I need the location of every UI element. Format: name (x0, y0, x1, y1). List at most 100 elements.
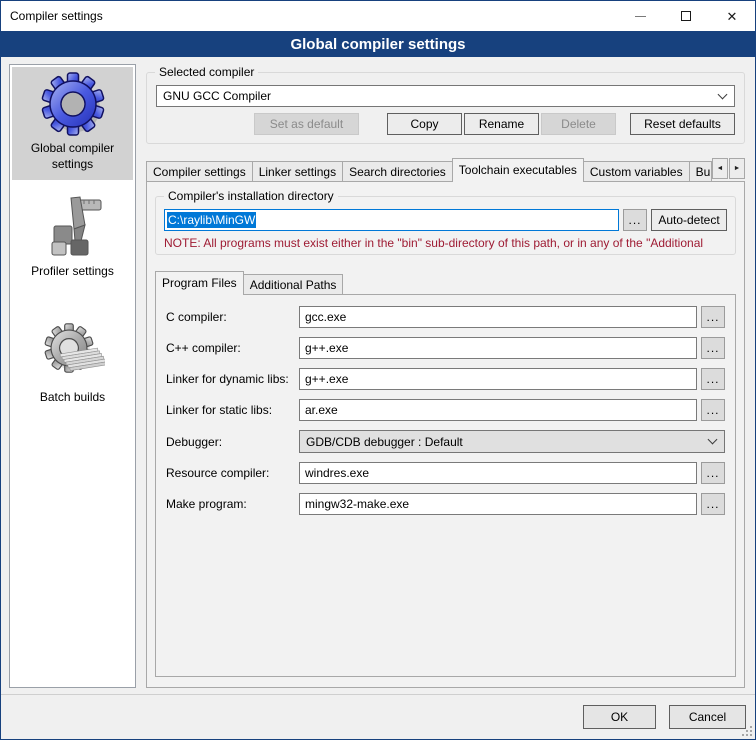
chevron-down-icon (708, 435, 718, 445)
sidebar-item-profiler-settings[interactable]: Profiler settings (12, 190, 133, 288)
debugger-combobox[interactable]: GDB/CDB debugger : Default (299, 430, 725, 453)
tab-scroll-left-button[interactable]: ◄ (712, 158, 728, 179)
field-row-debugger: Debugger: GDB/CDB debugger : Default (166, 430, 725, 453)
installation-directory-selected-text: C:\raylib\MinGW (167, 212, 256, 228)
selected-compiler-group-label: Selected compiler (155, 65, 258, 80)
sidebar: Global compiler settings (9, 64, 136, 688)
sidebar-item-label: Batch builds (40, 390, 105, 406)
linker-static-label: Linker for static libs: (166, 403, 299, 417)
debugger-combobox-value: GDB/CDB debugger : Default (306, 435, 463, 449)
installation-note: NOTE: All programs must exist either in … (164, 236, 727, 250)
c-compiler-label: C compiler: (166, 310, 299, 324)
installation-directory-group-label: Compiler's installation directory (164, 189, 338, 204)
maximize-icon (681, 11, 691, 21)
sidebar-item-global-compiler-settings[interactable]: Global compiler settings (12, 67, 133, 180)
tab-build-options[interactable]: Build options (689, 161, 712, 182)
tab-compiler-settings[interactable]: Compiler settings (146, 161, 253, 182)
minimize-icon (635, 16, 646, 17)
tab-label: Toolchain executables (459, 163, 577, 177)
copy-button[interactable]: Copy (387, 113, 462, 135)
arrow-left-icon: ◄ (717, 165, 724, 172)
resize-grip[interactable] (741, 725, 753, 737)
subtab-additional-paths[interactable]: Additional Paths (243, 274, 344, 295)
tab-label: Search directories (349, 165, 446, 179)
selected-compiler-group: Selected compiler GNU GCC Compiler Set a… (146, 72, 745, 144)
field-row-make-program: Make program: ... (166, 493, 725, 515)
tab-label: Compiler settings (153, 165, 246, 179)
field-row-cpp-compiler: C++ compiler: ... (166, 337, 725, 359)
make-program-label: Make program: (166, 497, 299, 511)
close-icon: ✕ (727, 10, 738, 23)
main-panel: Selected compiler GNU GCC Compiler Set a… (146, 64, 745, 688)
tab-label: Program Files (162, 276, 237, 290)
window-controls: ✕ (617, 1, 755, 31)
set-as-default-button[interactable]: Set as default (254, 113, 359, 135)
tab-linker-settings[interactable]: Linker settings (252, 161, 343, 182)
c-compiler-browse-button[interactable]: ... (701, 306, 725, 328)
subtab-program-files[interactable]: Program Files (155, 271, 244, 295)
window-title: Compiler settings (10, 9, 103, 23)
resource-compiler-input[interactable] (299, 462, 697, 484)
tab-scroll-right-button[interactable]: ► (729, 158, 745, 179)
tab-label: Additional Paths (250, 278, 337, 292)
close-button[interactable]: ✕ (709, 1, 755, 31)
autodetect-button[interactable]: Auto-detect (651, 209, 727, 231)
titlebar: Compiler settings ✕ (1, 1, 755, 31)
chevron-down-icon (718, 89, 728, 99)
compiler-settings-dialog: Compiler settings ✕ Global compiler sett… (0, 0, 756, 740)
toolchain-executables-page: Compiler's installation directory C:\ray… (146, 181, 745, 688)
c-compiler-input[interactable] (299, 306, 697, 328)
linker-dynamic-input[interactable] (299, 368, 697, 390)
linker-static-browse-button[interactable]: ... (701, 399, 725, 421)
rename-button[interactable]: Rename (464, 113, 539, 135)
delete-button[interactable]: Delete (541, 113, 616, 135)
linker-static-input[interactable] (299, 399, 697, 421)
resource-compiler-label: Resource compiler: (166, 466, 299, 480)
minimize-button[interactable] (617, 1, 663, 31)
dialog-body: Global compiler settings (1, 57, 755, 694)
installation-directory-browse-button[interactable]: ... (623, 209, 647, 231)
cpp-compiler-label: C++ compiler: (166, 341, 299, 355)
batch-builds-icon (41, 321, 105, 385)
tab-toolchain-executables[interactable]: Toolchain executables (452, 158, 584, 182)
main-tabstrip: Compiler settings Linker settings Search… (146, 158, 745, 182)
cpp-compiler-input[interactable] (299, 337, 697, 359)
maximize-button[interactable] (663, 1, 709, 31)
reset-defaults-button[interactable]: Reset defaults (630, 113, 735, 135)
compiler-combobox-value: GNU GCC Compiler (163, 89, 271, 103)
cpp-compiler-browse-button[interactable]: ... (701, 337, 725, 359)
field-row-linker-dynamic: Linker for dynamic libs: ... (166, 368, 725, 390)
tab-scroll-arrows: ◄ ► (712, 158, 745, 179)
resource-compiler-browse-button[interactable]: ... (701, 462, 725, 484)
installation-directory-group: Compiler's installation directory C:\ray… (155, 196, 736, 255)
sidebar-item-batch-builds[interactable]: Batch builds (12, 316, 133, 414)
program-files-tabstrip: Program Files Additional Paths (155, 271, 736, 295)
dialog-footer: OK Cancel (1, 694, 755, 739)
cancel-button[interactable]: Cancel (669, 705, 746, 729)
tab-label: Custom variables (590, 165, 683, 179)
tab-custom-variables[interactable]: Custom variables (583, 161, 690, 182)
gear-blue-icon (41, 72, 105, 136)
arrow-right-icon: ► (734, 165, 741, 172)
tab-search-directories[interactable]: Search directories (342, 161, 453, 182)
linker-dynamic-label: Linker for dynamic libs: (166, 372, 299, 386)
page-title: Global compiler settings (1, 31, 755, 57)
tab-label: Build options (696, 165, 712, 179)
tab-label: Linker settings (259, 165, 336, 179)
installation-directory-row: C:\raylib\MinGW ... Auto-detect (164, 209, 727, 231)
installation-directory-input[interactable]: C:\raylib\MinGW (164, 209, 619, 231)
make-program-browse-button[interactable]: ... (701, 493, 725, 515)
field-row-c-compiler: C compiler: ... (166, 306, 725, 328)
ok-button[interactable]: OK (583, 705, 656, 729)
linker-dynamic-browse-button[interactable]: ... (701, 368, 725, 390)
program-files-page: C compiler: ... C++ compiler: ... Linker… (155, 294, 736, 677)
compiler-combobox[interactable]: GNU GCC Compiler (156, 85, 735, 107)
sidebar-item-label: Profiler settings (31, 264, 114, 280)
profiler-caliper-icon (41, 195, 105, 259)
sidebar-item-label: Global compiler settings (14, 141, 131, 172)
make-program-input[interactable] (299, 493, 697, 515)
debugger-label: Debugger: (166, 435, 299, 449)
field-row-linker-static: Linker for static libs: ... (166, 399, 725, 421)
field-row-resource-compiler: Resource compiler: ... (166, 462, 725, 484)
compiler-button-row: Set as default Copy Rename Delete Reset … (156, 113, 735, 135)
